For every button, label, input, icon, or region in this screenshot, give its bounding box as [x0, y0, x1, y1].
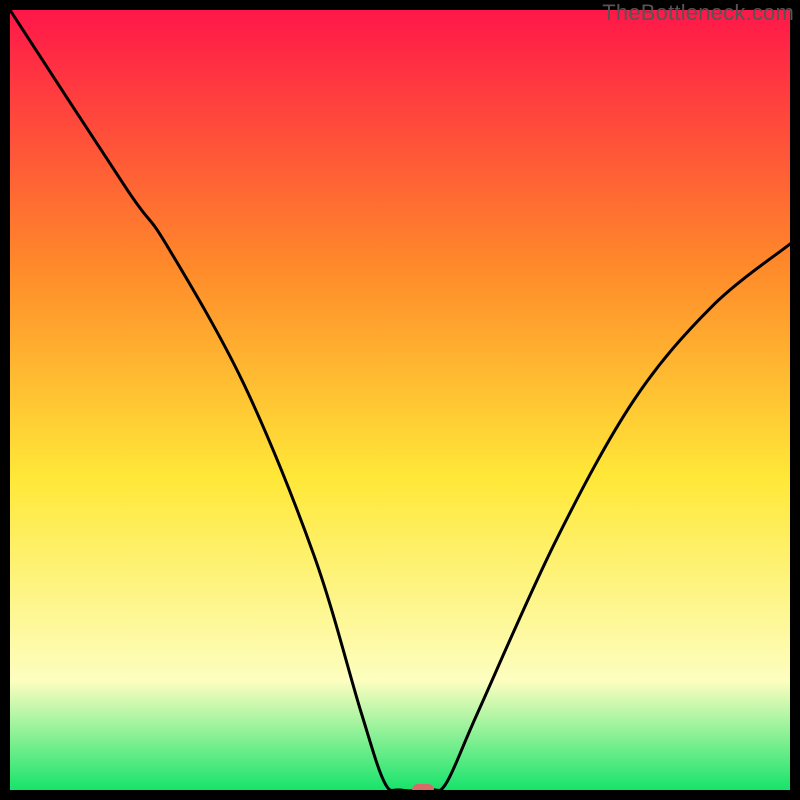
bottleneck-curve [10, 10, 790, 790]
minimum-marker [412, 784, 434, 790]
watermark-text: TheBottleneck.com [602, 0, 794, 26]
plot-area [10, 10, 790, 790]
chart-frame: TheBottleneck.com [0, 0, 800, 800]
